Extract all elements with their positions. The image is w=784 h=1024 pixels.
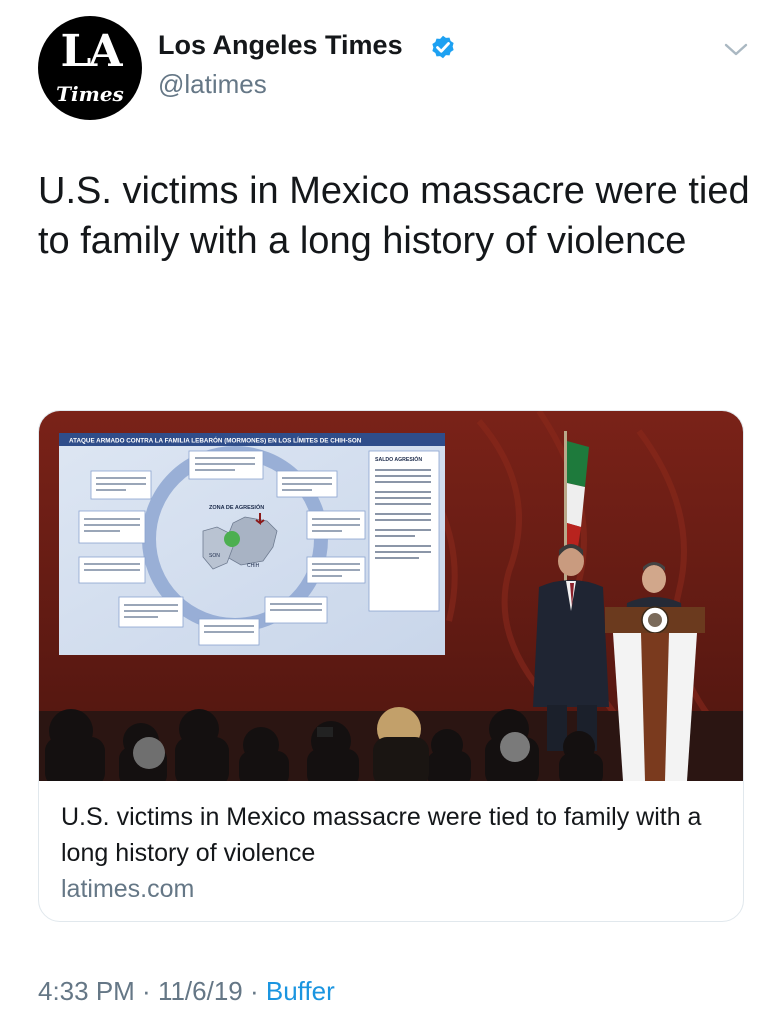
meta-separator: · <box>242 976 266 1006</box>
card-title[interactable]: U.S. victims in Mexico massacre were tie… <box>61 799 721 871</box>
avatar-logo-la: LA <box>60 26 122 77</box>
slide-center-label: ZONA DE AGRESIÓN <box>209 503 264 511</box>
tweet-date[interactable]: 11/6/19 <box>158 976 243 1006</box>
handle[interactable]: @latimes <box>158 68 267 100</box>
display-name[interactable]: Los Angeles Times <box>158 28 403 62</box>
link-card[interactable]: ATAQUE ARMADO CONTRA LA FAMILIA LEBARÓN … <box>38 410 744 922</box>
tweet-source[interactable]: Buffer <box>266 976 335 1006</box>
tweet-text: U.S. victims in Mexico massacre were tie… <box>38 170 750 262</box>
tweet-metadata: 4:33 PM · 11/6/19 · Buffer <box>38 974 335 1008</box>
slide-panel-title: SALDO AGRESIÓN <box>375 455 422 463</box>
chevron-down-icon[interactable] <box>722 40 750 60</box>
slide-chih: CHIH <box>247 563 260 569</box>
avatar-logo-times: Times <box>56 82 124 106</box>
avatar[interactable]: LA Times <box>38 16 142 120</box>
slide-title: ATAQUE ARMADO CONTRA LA FAMILIA LEBARÓN … <box>69 436 362 445</box>
slide-son: SON <box>209 553 220 559</box>
meta-separator: · <box>134 976 158 1006</box>
tweet-time[interactable]: 4:33 PM <box>38 976 135 1006</box>
verified-badge-icon <box>432 35 454 59</box>
card-image[interactable]: ATAQUE ARMADO CONTRA LA FAMILIA LEBARÓN … <box>39 411 744 781</box>
card-domain: latimes.com <box>61 875 195 903</box>
